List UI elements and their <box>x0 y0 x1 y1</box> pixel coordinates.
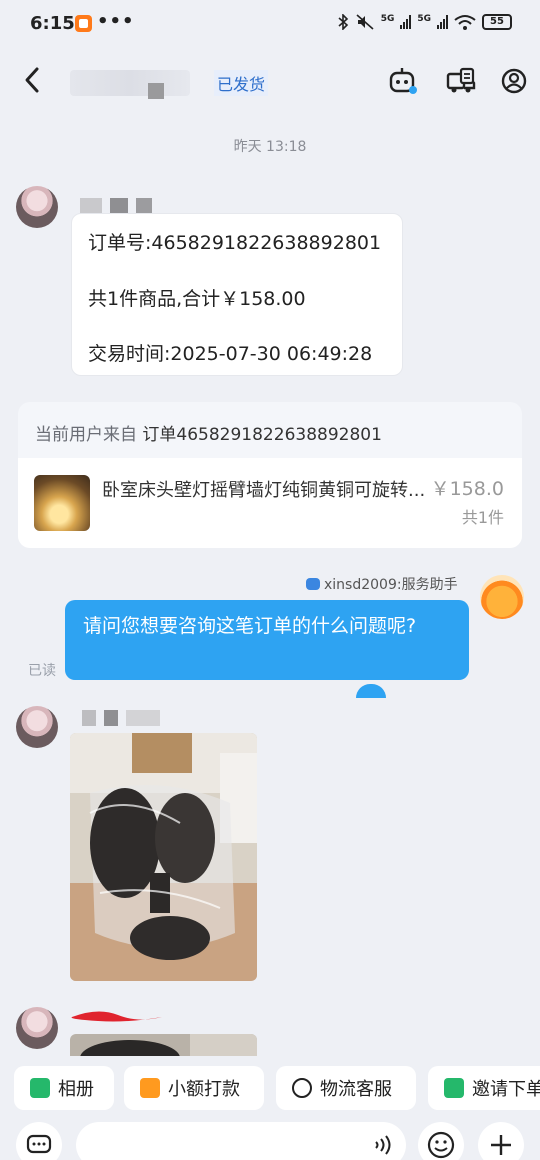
assistant-avatar <box>480 575 524 619</box>
assistant-name: xinsd2009:服务助手 <box>324 577 458 593</box>
quick-actions-bar: 相册 小额打款 物流客服 邀请下单 <box>0 1066 540 1110</box>
logistics-service-icon <box>292 1078 312 1098</box>
signal-icon <box>400 15 412 29</box>
order-source-card[interactable]: 当前用户来自 订单4658291822638892801 卧室床头壁灯摇臂墙灯纯… <box>18 402 522 548</box>
order-trade-time: 交易时间:2025-07-30 06:49:28 <box>88 343 373 365</box>
chat-input-bar <box>0 1118 540 1160</box>
message-type-button[interactable] <box>16 1122 62 1160</box>
product-photo-message-2[interactable] <box>70 1034 257 1056</box>
customer-name-blurred-2 <box>82 710 168 726</box>
contact-name-blur-block <box>148 83 164 99</box>
order-info-bubble[interactable]: 订单号:4658291822638892801 共1件商品,合计￥158.00 … <box>71 213 403 376</box>
status-indicators: 5G 5G 55 <box>337 14 512 30</box>
source-prefix: 当前用户来自 <box>35 425 137 445</box>
battery-indicator: 55 <box>482 14 512 30</box>
product-photo-message[interactable] <box>70 733 257 981</box>
message-input[interactable] <box>76 1122 406 1160</box>
source-title: 当前用户来自 订单4658291822638892801 <box>35 420 382 445</box>
small-payment-button[interactable]: 小额打款 <box>124 1066 264 1110</box>
signal-icon-2 <box>437 15 448 29</box>
assistant-robot-icon <box>306 578 320 590</box>
back-arrow-icon[interactable] <box>22 66 42 94</box>
emoji-icon <box>427 1131 455 1159</box>
network-5g-label-2: 5G <box>417 14 431 24</box>
user-profile-icon[interactable] <box>500 66 528 96</box>
more-notifications-icon: ••• <box>97 11 135 32</box>
product-thumbnail <box>34 475 90 531</box>
app-notification-icon <box>75 15 92 32</box>
chat-header: 已发货 <box>0 50 540 112</box>
bluetooth-icon <box>338 14 348 30</box>
status-time: 6:15 <box>30 13 75 34</box>
mute-icon <box>356 14 374 30</box>
source-order-ref: 订单4658291822638892801 <box>142 425 382 445</box>
logistics-service-label: 物流客服 <box>320 1079 392 1100</box>
small-payment-label: 小额打款 <box>168 1079 240 1100</box>
status-bar: 6:15 ••• 5G 5G 55 <box>0 0 540 50</box>
order-number: 订单号:4658291822638892801 <box>88 232 382 254</box>
voice-icon[interactable] <box>372 1134 392 1156</box>
payment-icon <box>140 1078 160 1098</box>
logistics-service-button[interactable]: 物流客服 <box>276 1066 416 1110</box>
album-button[interactable]: 相册 <box>14 1066 114 1110</box>
order-logistics-icon[interactable] <box>446 66 476 96</box>
more-options-button[interactable] <box>478 1122 524 1160</box>
product-photo-image <box>70 733 257 981</box>
assistant-label: xinsd2009:服务助手 <box>306 574 458 594</box>
order-summary: 共1件商品,合计￥158.00 <box>88 288 306 310</box>
scroll-indicator <box>356 684 386 698</box>
contact-name-blurred <box>70 70 190 96</box>
product-quantity: 共1件 <box>461 508 504 527</box>
plus-icon <box>491 1135 511 1155</box>
invite-order-button[interactable]: 邀请下单 <box>428 1066 540 1110</box>
customer-name-blurred <box>80 198 160 214</box>
customer-avatar-3[interactable] <box>16 1007 58 1049</box>
read-receipt: 已读 <box>28 663 56 679</box>
customer-avatar[interactable] <box>16 186 58 228</box>
wifi-icon <box>454 15 476 30</box>
chat-bubble-icon <box>26 1134 52 1154</box>
invite-order-icon <box>444 1078 464 1098</box>
message-timestamp: 昨天 13:18 <box>233 139 307 155</box>
robot-assistant-icon[interactable] <box>388 66 418 96</box>
invite-order-label: 邀请下单 <box>472 1079 540 1100</box>
photo-album-icon <box>30 1078 50 1098</box>
network-5g-label: 5G <box>380 14 395 24</box>
customer-avatar-2[interactable] <box>16 706 58 748</box>
product-price: ￥158.0 <box>430 478 504 500</box>
assistant-message-bubble[interactable]: 请问您想要咨询这笔订单的什么问题呢? <box>65 600 469 680</box>
album-label: 相册 <box>58 1079 94 1100</box>
product-title: 卧室床头壁灯摇臂墙灯纯铜黄铜可旋转... <box>102 480 426 501</box>
product-item[interactable]: 卧室床头壁灯摇臂墙灯纯铜黄铜可旋转... ￥158.0 共1件 <box>18 458 522 548</box>
order-status-badge: 已发货 <box>214 70 269 96</box>
emoji-button[interactable] <box>418 1122 464 1160</box>
red-redaction-mark <box>71 1011 162 1022</box>
